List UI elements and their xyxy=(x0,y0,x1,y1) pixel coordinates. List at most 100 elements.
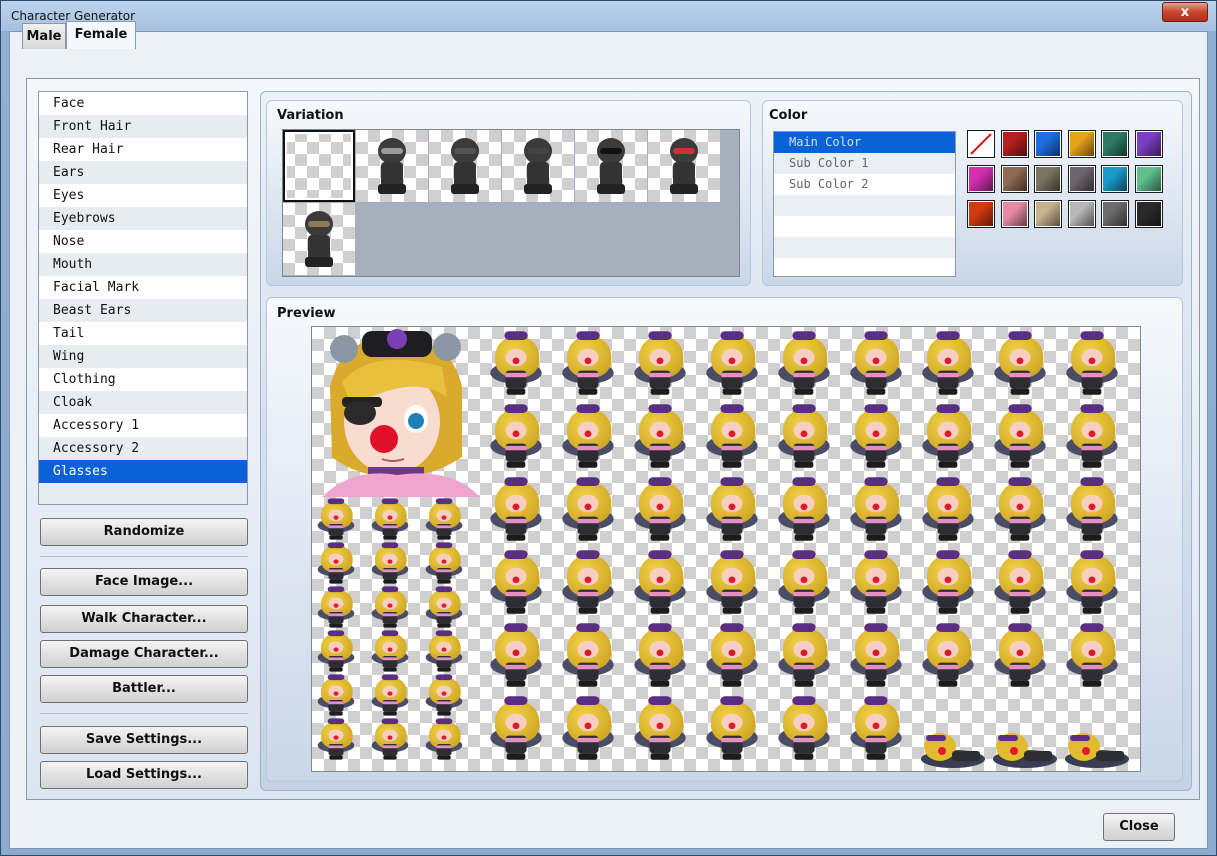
sprite-nose xyxy=(800,503,808,511)
window-close-button[interactable]: x xyxy=(1162,2,1208,22)
small-sprite xyxy=(316,497,356,541)
sprite-bow xyxy=(381,674,399,681)
sprite-sash xyxy=(505,445,527,451)
parts-list-item[interactable]: Mouth xyxy=(39,253,247,276)
sprite-bow xyxy=(381,498,399,505)
color-swatch[interactable] xyxy=(1134,165,1163,193)
sprite-bow xyxy=(435,630,453,637)
color-swatch[interactable] xyxy=(1067,130,1096,158)
sprite-feet xyxy=(383,667,397,672)
battler-button[interactable]: Battler... xyxy=(40,675,248,703)
silhouette-part xyxy=(305,257,333,267)
parts-list-item[interactable]: Eyes xyxy=(39,184,247,207)
parts-list[interactable]: Face Front Hair Rear Hair Ears Eyes Eyebrows N… xyxy=(38,91,248,505)
variation-option[interactable] xyxy=(283,203,355,275)
sprite-bow xyxy=(720,623,744,632)
sprite-feet xyxy=(1082,680,1102,687)
sprite-bow xyxy=(435,718,453,725)
color-swatch[interactable] xyxy=(1134,130,1163,158)
sprite-nose xyxy=(1088,430,1096,438)
sprite-feet xyxy=(866,534,886,541)
no-color-swatch[interactable] xyxy=(967,130,995,158)
parts-list-item[interactable]: Nose xyxy=(39,230,247,253)
sprite-sash xyxy=(793,664,815,670)
parts-list-item[interactable]: Tail xyxy=(39,322,247,345)
sprite-sash xyxy=(436,525,452,529)
parts-list-item[interactable]: Eyebrows xyxy=(39,207,247,230)
variation-option[interactable] xyxy=(356,130,428,202)
silhouette-part xyxy=(524,184,552,194)
parts-list-item[interactable]: Wing xyxy=(39,345,247,368)
tab-female[interactable]: Female xyxy=(66,21,136,49)
color-swatch[interactable] xyxy=(1067,200,1096,228)
parts-list-item[interactable]: Front Hair xyxy=(39,115,247,138)
parts-list-item[interactable]: Accessory 2 xyxy=(39,437,247,460)
color-swatch[interactable] xyxy=(1000,165,1029,193)
color-swatch[interactable] xyxy=(1034,165,1062,193)
sprite-nose xyxy=(441,735,447,740)
sprite-bow xyxy=(576,550,600,559)
sprite-feet xyxy=(578,461,598,468)
sprite-sash xyxy=(865,737,887,743)
color-swatch[interactable] xyxy=(1000,130,1029,158)
sprite-sash xyxy=(793,518,815,524)
randomize-button[interactable]: Randomize xyxy=(40,518,248,546)
walk-sprite xyxy=(488,694,544,762)
walk-sprite xyxy=(776,548,832,616)
parts-list-item[interactable]: Rear Hair xyxy=(39,138,247,161)
parts-list-item[interactable]: Cloak xyxy=(39,391,247,414)
parts-list-item[interactable]: Accessory 1 xyxy=(39,414,247,437)
walk-sprite xyxy=(560,329,616,397)
parts-list-item[interactable]: Facial Mark xyxy=(39,276,247,299)
damage-sprite xyxy=(1064,725,1130,769)
color-swatch[interactable] xyxy=(1034,200,1062,228)
close-button[interactable]: Close xyxy=(1103,813,1175,841)
variation-option[interactable] xyxy=(575,130,647,202)
sprite-nose xyxy=(584,649,592,657)
tab-male[interactable]: Male xyxy=(22,23,66,49)
color-target-item[interactable]: Sub Color 1 xyxy=(774,153,955,174)
sprite-feet xyxy=(578,607,598,614)
color-swatch[interactable] xyxy=(1000,200,1029,228)
small-sprite xyxy=(370,673,410,717)
color-swatch[interactable] xyxy=(967,200,995,228)
sprite-bow xyxy=(864,696,888,705)
parts-list-item[interactable]: Clothing xyxy=(39,368,247,391)
color-swatch[interactable] xyxy=(1101,165,1129,193)
color-swatch[interactable] xyxy=(1101,130,1129,158)
parts-list-item[interactable]: Glasses xyxy=(39,460,247,483)
load-settings-button[interactable]: Load Settings... xyxy=(40,761,248,789)
sprite-feet xyxy=(794,753,814,760)
sprite-nose xyxy=(944,649,952,657)
small-sprite xyxy=(424,673,464,717)
sprite-sash xyxy=(436,657,452,661)
save-settings-button[interactable]: Save Settings... xyxy=(40,726,248,754)
variation-option[interactable] xyxy=(429,130,501,202)
parts-list-item[interactable]: Ears xyxy=(39,161,247,184)
variation-none[interactable] xyxy=(283,130,355,202)
walk-sprite xyxy=(848,694,904,762)
color-swatch[interactable] xyxy=(967,165,995,193)
color-swatch[interactable] xyxy=(1067,165,1096,193)
damage-character-button[interactable]: Damage Character... xyxy=(40,640,248,668)
color-target-list[interactable]: Main Color Sub Color 1 Sub Color 2 xyxy=(773,131,956,277)
face-image-button[interactable]: Face Image... xyxy=(40,568,248,596)
sprite-bow xyxy=(435,586,453,593)
walk-character-button[interactable]: Walk Character... xyxy=(40,605,248,633)
variation-option[interactable] xyxy=(502,130,574,202)
parts-list-item[interactable]: Face xyxy=(39,92,247,115)
sprite-feet xyxy=(1010,534,1030,541)
color-swatch[interactable] xyxy=(1101,200,1129,228)
parts-list-item[interactable]: Beast Ears xyxy=(39,299,247,322)
color-swatch[interactable] xyxy=(1134,200,1163,228)
sprite-feet xyxy=(794,388,814,395)
sprite-sash xyxy=(505,518,527,524)
sprite-nose xyxy=(1088,503,1096,511)
color-target-item[interactable]: Sub Color 2 xyxy=(774,174,955,195)
sprite-nose xyxy=(800,649,808,657)
variation-option[interactable] xyxy=(648,130,720,202)
sprite-bow xyxy=(864,404,888,413)
color-target-item[interactable]: Main Color xyxy=(774,132,955,153)
color-swatch[interactable] xyxy=(1034,130,1062,158)
small-sprite xyxy=(316,629,356,673)
